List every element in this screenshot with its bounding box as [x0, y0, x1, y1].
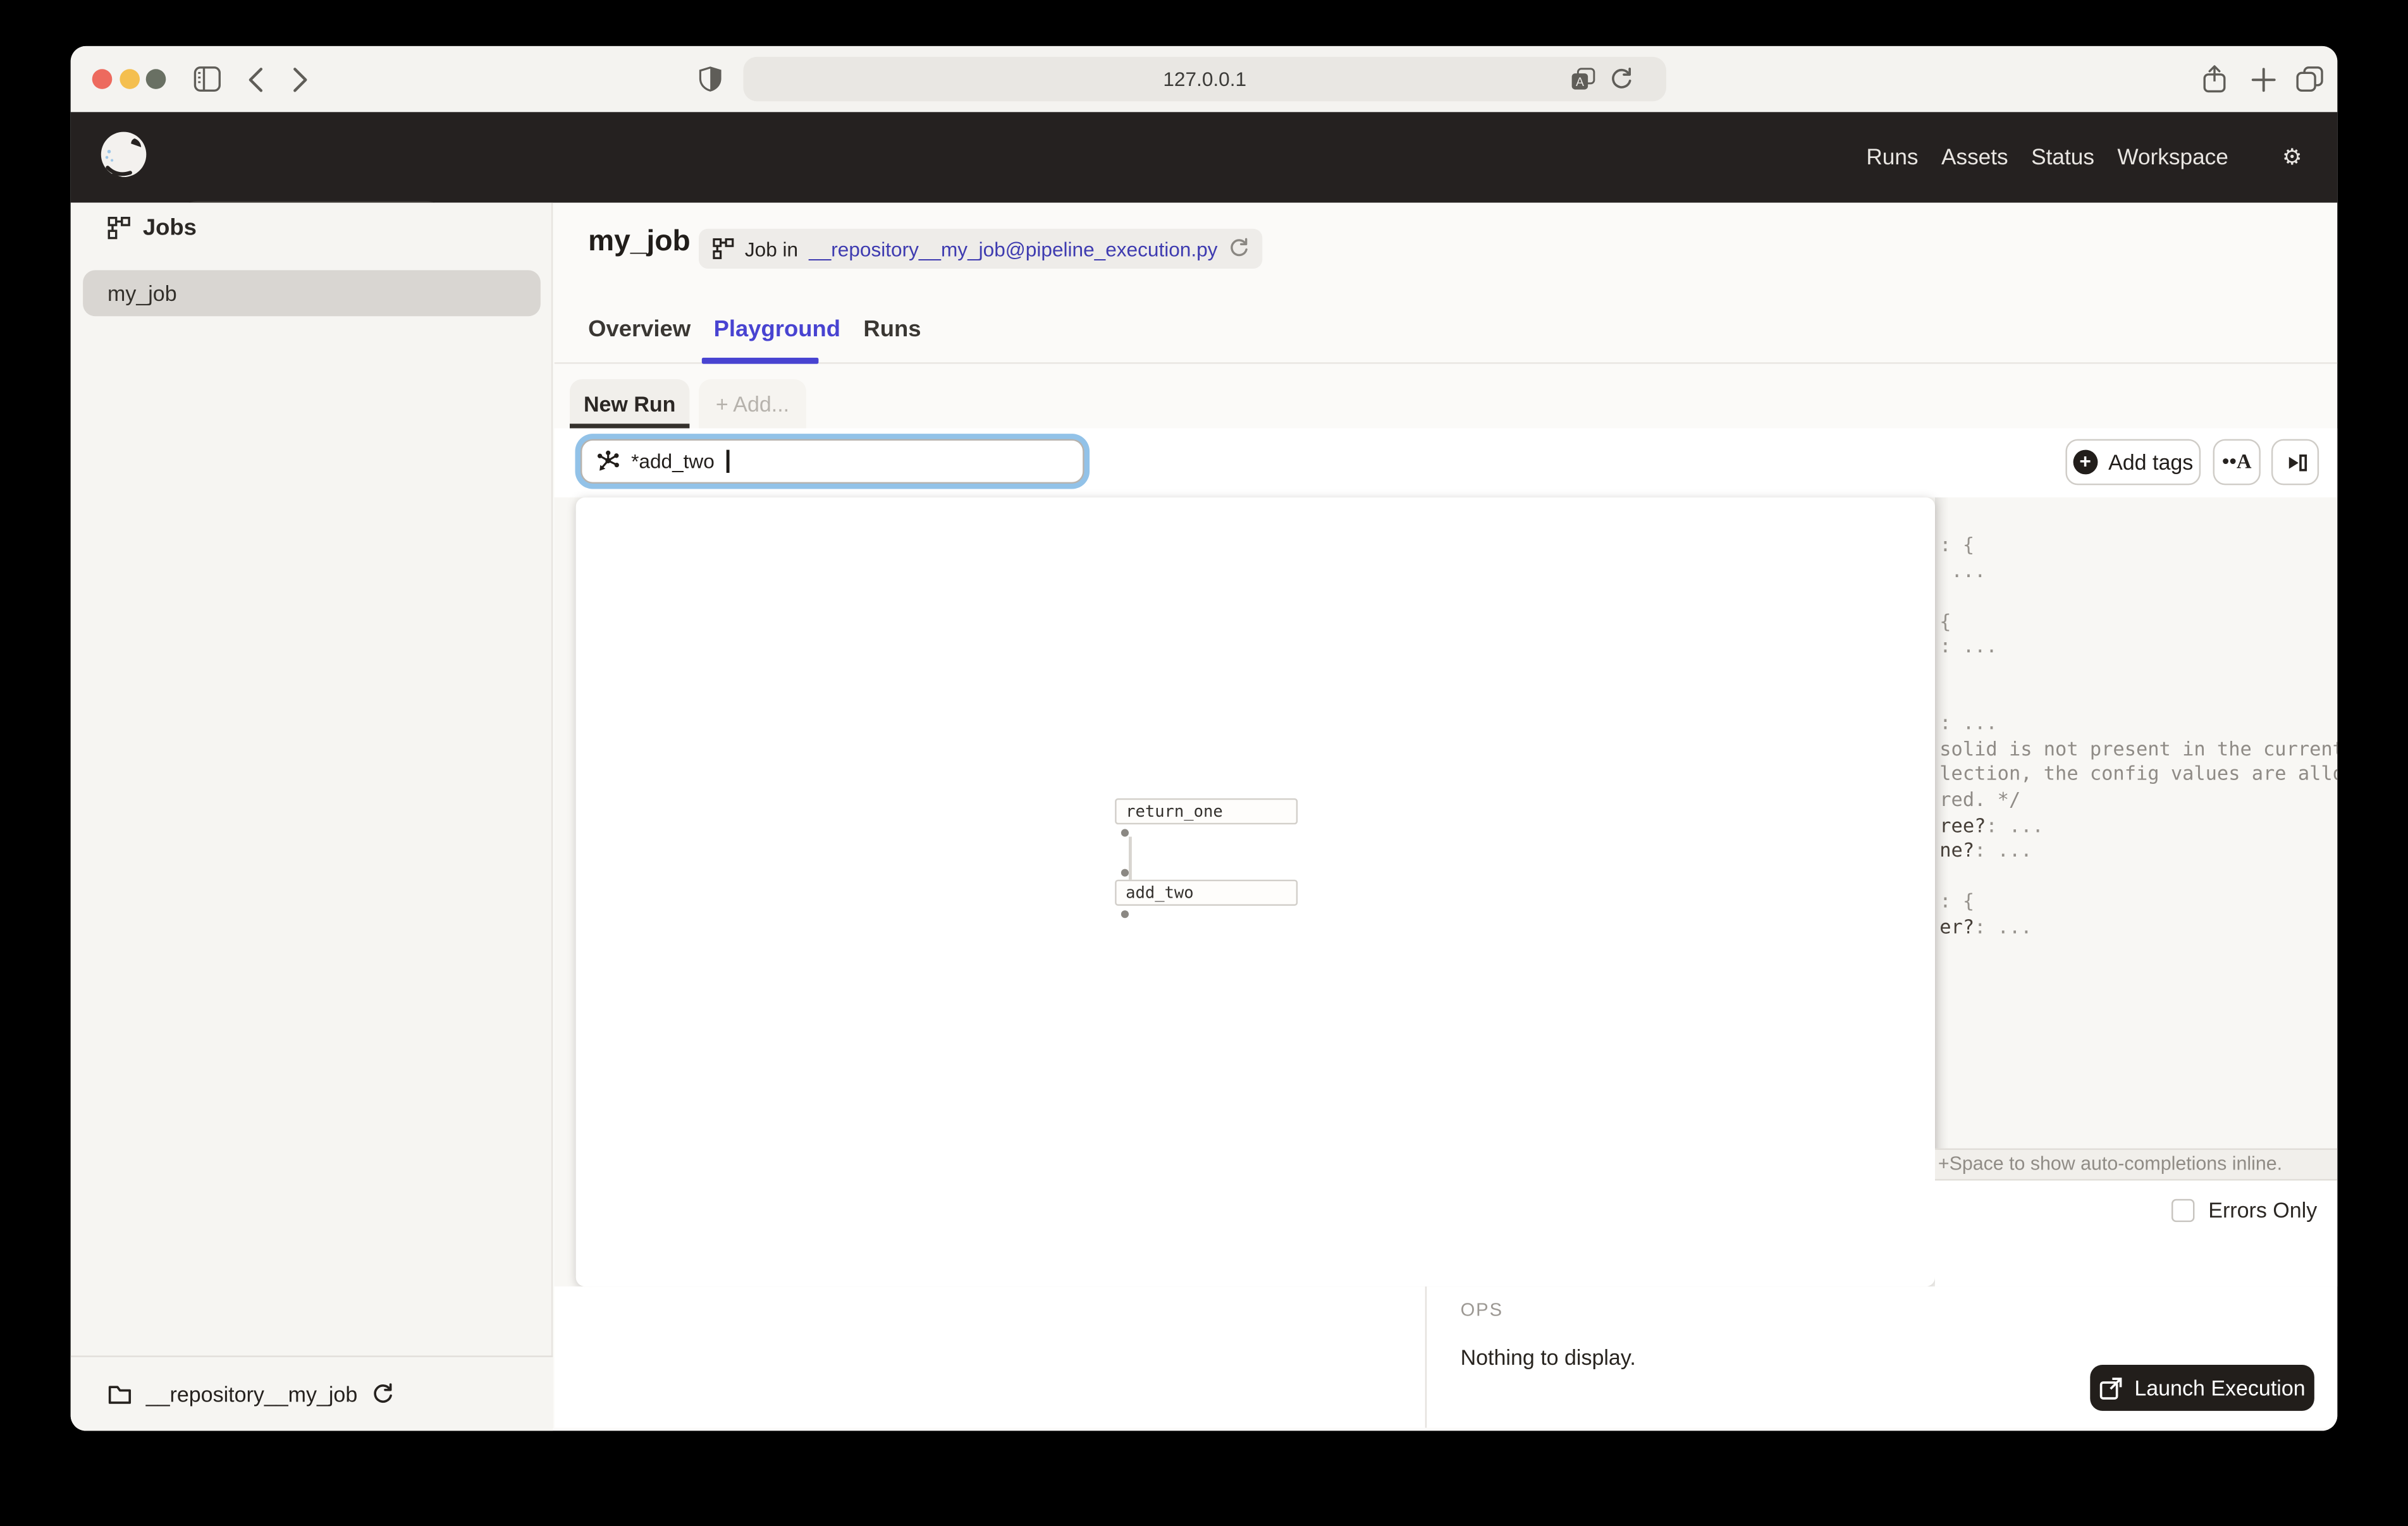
sidebar-title: Jobs — [143, 215, 197, 241]
add-tags-label: Add tags — [2108, 450, 2193, 475]
run-tab-add[interactable]: + Add... — [699, 379, 806, 429]
errors-only-control: Errors Only — [2172, 1197, 2317, 1222]
forward-icon[interactable] — [292, 68, 309, 92]
op-selector-input[interactable]: *add_two — [580, 439, 1084, 484]
nav-item-status[interactable]: Status — [2031, 145, 2094, 169]
external-link-icon — [2099, 1376, 2122, 1399]
run-tab-new-run[interactable]: New Run — [570, 379, 689, 429]
sidebar-toggle-icon[interactable] — [194, 66, 221, 92]
nav-item-runs[interactable]: Runs — [1866, 145, 1918, 169]
address-bar[interactable]: 127.0.0.1 A — [743, 57, 1666, 101]
browser-window: 127.0.0.1 A — [71, 46, 2338, 1431]
job-icon — [713, 238, 734, 259]
breadcrumb-reload-icon[interactable] — [1228, 238, 1248, 259]
translate-icon[interactable]: A — [1571, 68, 1595, 90]
output-port[interactable] — [1121, 829, 1129, 836]
ops-panel-divider — [1425, 1286, 1427, 1427]
apply-config-button[interactable] — [2271, 439, 2319, 485]
sidebar — [71, 203, 553, 1428]
op-node-return-one[interactable]: return_one — [1115, 798, 1298, 824]
breadcrumb: Job in __repository__my_job@pipeline_exe… — [699, 229, 1262, 269]
app-header: Search... / Runs Assets Status Workspace… — [71, 112, 2338, 202]
svg-text:A: A — [1576, 75, 1584, 89]
launch-execution-button[interactable]: Launch Execution — [2090, 1365, 2314, 1411]
plus-circle-icon: + — [2073, 450, 2098, 475]
autocomplete-button[interactable]: ••A — [2213, 439, 2261, 485]
nav-item-workspace[interactable]: Workspace — [2117, 145, 2228, 169]
tabs-divider — [555, 362, 2338, 363]
add-tags-button[interactable]: + Add tags — [2065, 439, 2201, 485]
back-icon[interactable] — [247, 68, 264, 92]
tabs-overview-icon[interactable] — [2296, 66, 2324, 92]
run-tab-underline — [570, 424, 689, 428]
url-text: 127.0.0.1 — [743, 57, 1666, 101]
bottom-panel — [555, 1286, 2338, 1427]
page-title: my_job — [588, 226, 691, 259]
dagster-logo[interactable] — [95, 129, 154, 187]
repository-name: __repository__my_job — [146, 1382, 358, 1407]
config-editor[interactable]: : { ... {: ... : ...solid is not present… — [1935, 497, 2337, 1149]
close-window-button[interactable] — [92, 69, 113, 89]
repo-reload-icon[interactable] — [371, 1383, 393, 1405]
tab-runs[interactable]: Runs — [863, 316, 921, 342]
play-rect-icon — [2283, 451, 2307, 473]
jobs-icon — [108, 216, 130, 239]
ops-panel-empty-text: Nothing to display. — [1461, 1345, 1636, 1369]
ops-panel-title: OPS — [1461, 1299, 1503, 1321]
header-nav: Runs Assets Status Workspace ⚙ — [1866, 112, 2302, 202]
sidebar-jobs-header: Jobs — [108, 215, 197, 241]
edge-connector — [1129, 837, 1132, 880]
output-port[interactable] — [1121, 910, 1129, 918]
breadcrumb-repo-link[interactable]: __repository__my_job@pipeline_execution.… — [809, 237, 1217, 260]
reload-icon[interactable] — [1609, 68, 1632, 92]
new-tab-icon[interactable] — [2251, 68, 2276, 92]
tab-overview[interactable]: Overview — [588, 316, 691, 342]
tab-playground[interactable]: Playground — [714, 316, 840, 342]
active-tab-underline — [702, 358, 819, 364]
op-node-add-two[interactable]: add_two — [1115, 880, 1298, 906]
autocomplete-hint-bar: +Space to show auto-completions inline. — [1935, 1149, 2337, 1181]
launch-execution-label: Launch Execution — [2134, 1376, 2305, 1400]
config-editor-edge-shadow — [1935, 497, 1949, 1149]
graph-canvas[interactable]: return_one add_two — [576, 497, 1935, 1286]
breadcrumb-prefix: Job in — [745, 237, 798, 260]
page-tabs: Overview Playground Runs — [588, 316, 921, 342]
autocomplete-hint-text: +Space to show auto-completions inline. — [1938, 1150, 2337, 1179]
sidebar-item-my-job[interactable]: my_job — [83, 270, 541, 316]
input-port[interactable] — [1121, 869, 1129, 877]
zoom-window-button[interactable] — [146, 69, 166, 89]
nav-item-assets[interactable]: Assets — [1941, 145, 2008, 169]
screen: 127.0.0.1 A — [0, 0, 2408, 1526]
op-graph-icon — [596, 449, 620, 473]
folder-icon — [108, 1383, 132, 1405]
text-caret — [727, 450, 729, 473]
errors-only-checkbox[interactable] — [2172, 1198, 2194, 1221]
gear-icon[interactable]: ⚙ — [2282, 143, 2302, 171]
config-footer-area — [1935, 1181, 2337, 1287]
config-editor-code: : { ... {: ... : ...solid is not present… — [1935, 497, 2337, 941]
errors-only-label: Errors Only — [2208, 1197, 2317, 1222]
op-selector-value: *add_two — [631, 450, 715, 473]
sidebar-footer[interactable]: __repository__my_job — [71, 1355, 553, 1431]
minimize-window-button[interactable] — [120, 69, 140, 89]
privacy-shield-icon[interactable] — [699, 66, 722, 92]
browser-chrome: 127.0.0.1 A — [71, 46, 2338, 112]
share-icon[interactable] — [2202, 64, 2227, 94]
